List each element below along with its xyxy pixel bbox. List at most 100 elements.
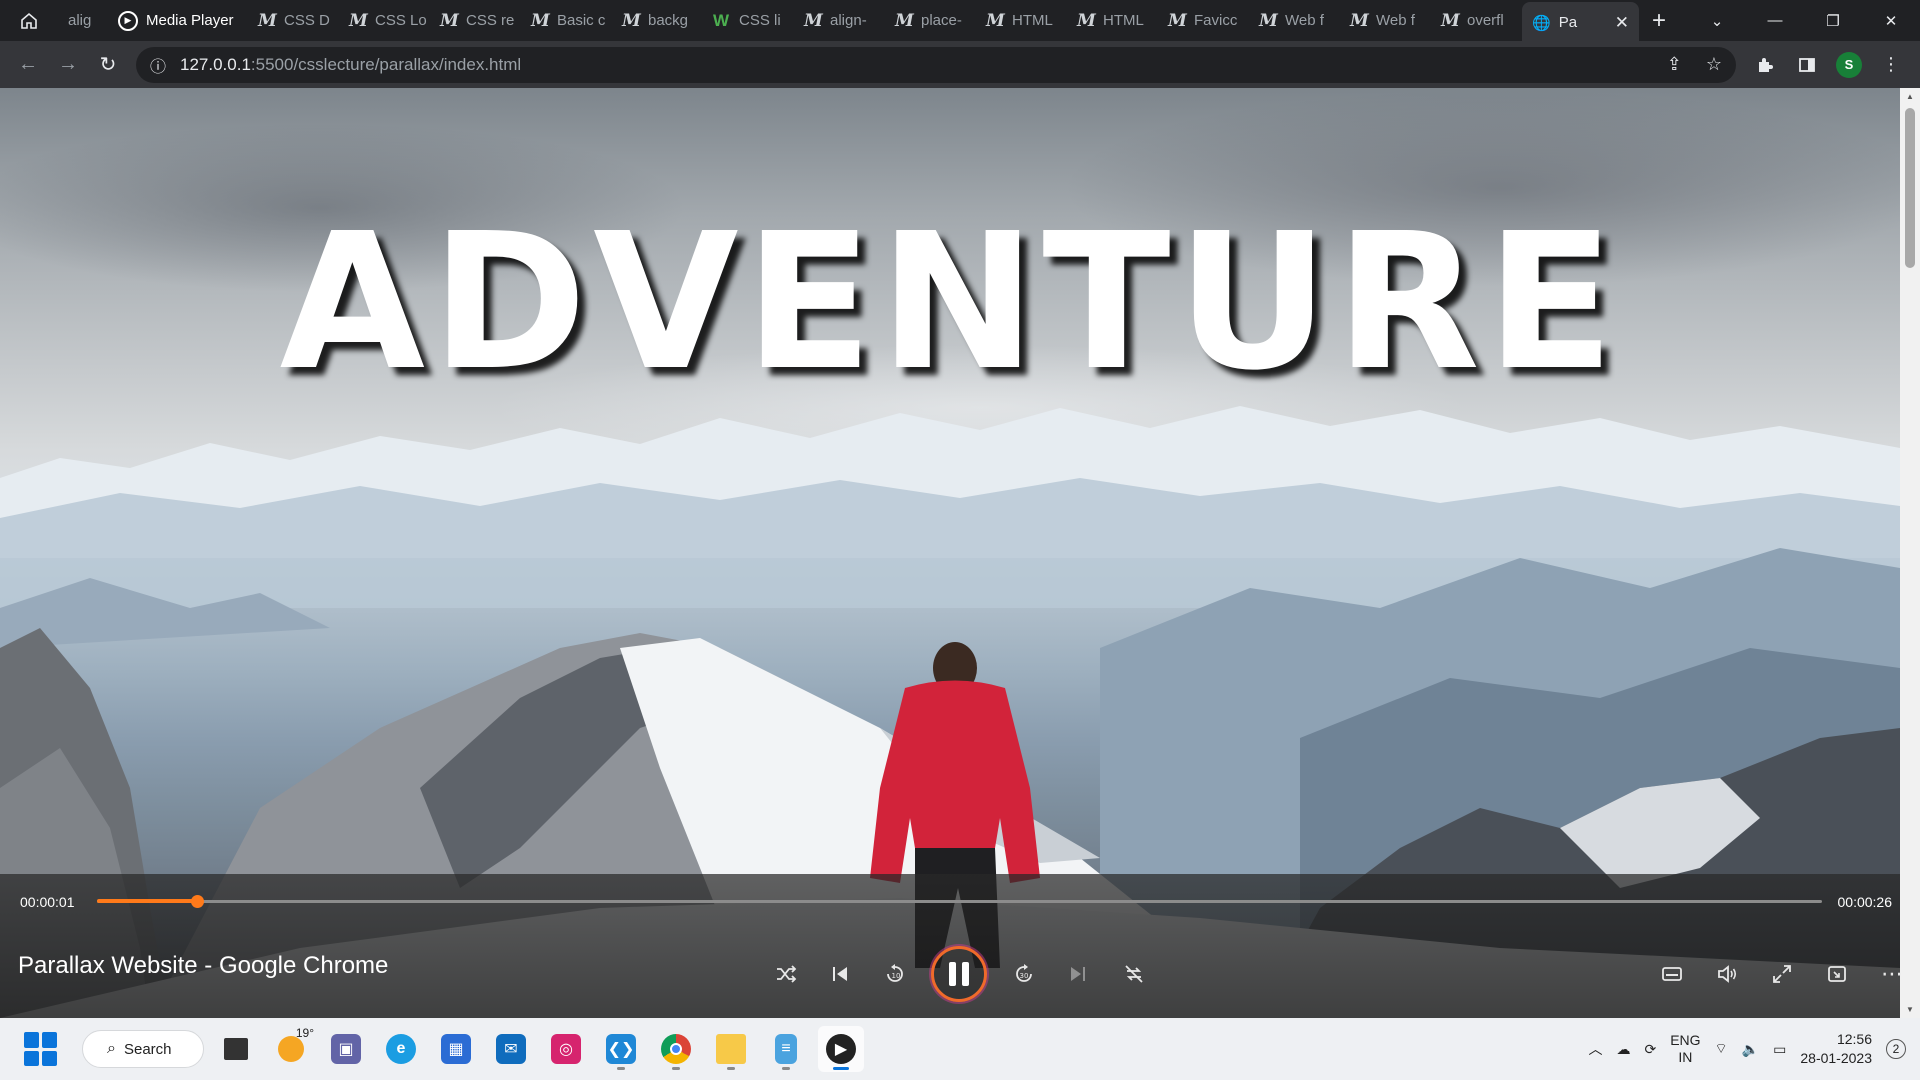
windows-taskbar: ⌕ Search 19° ▣ e ▦ ✉ ◎ ❮❯ ≡ ▶ ︿ ☁ ⟳ ENG … — [0, 1018, 1920, 1080]
taskbar-search[interactable]: ⌕ Search — [82, 1030, 204, 1068]
task-view-icon[interactable] — [213, 1026, 259, 1072]
pause-button[interactable] — [931, 946, 987, 1002]
fullscreen-icon[interactable] — [1764, 956, 1800, 992]
url-host: 127.0.0.1 — [180, 54, 251, 74]
share-icon[interactable]: ⇪ — [1667, 54, 1682, 75]
m-icon: M — [622, 10, 641, 31]
forward-button[interactable]: → — [48, 45, 88, 85]
current-time: 00:00:01 — [20, 894, 75, 910]
clock-date: 28-01-2023 — [1800, 1050, 1872, 1066]
seek-bar[interactable] — [97, 894, 1822, 908]
lang-line2: IN — [1678, 1049, 1693, 1065]
clock-time: 12:56 — [1836, 1031, 1872, 1047]
browser-tab[interactable]: M Favicc — [1158, 0, 1249, 41]
omnibox-actions: ⇪ ☆ — [1667, 54, 1722, 75]
repeat-off-icon[interactable] — [1116, 956, 1152, 992]
wifi-icon[interactable]: ⌔ — [1715, 1040, 1728, 1058]
battery-icon[interactable]: ▭ — [1773, 1041, 1786, 1058]
instagram-icon[interactable]: ◎ — [543, 1026, 589, 1072]
close-tab-icon[interactable]: ✕ — [1615, 13, 1629, 33]
more-options-icon[interactable]: ⋯ — [1874, 956, 1910, 992]
volume-icon[interactable] — [1709, 956, 1745, 992]
browser-tab[interactable]: W CSS li — [703, 0, 794, 41]
system-tray: ︿ ☁ ⟳ ENG IN ⌔ 🔈 ▭ 12:56 28-01-2023 2 — [1588, 1030, 1920, 1068]
media-player-taskbar-icon[interactable]: ▶ — [818, 1026, 864, 1072]
browser-tab[interactable]: M Basic c — [521, 0, 612, 41]
skip-forward-30-icon[interactable]: 30 — [1006, 956, 1042, 992]
browser-tab[interactable]: Mplace- — [885, 0, 976, 41]
browser-toolbar: ← → ↻ ⓘ 127.0.0.1:5500/csslecture/parall… — [0, 41, 1920, 88]
edge-browser-icon[interactable]: e — [378, 1026, 424, 1072]
browser-tab[interactable]: M Web f — [1249, 0, 1340, 41]
scrollbar-thumb[interactable] — [1905, 108, 1915, 268]
vscode-icon[interactable]: ❮❯ — [598, 1026, 644, 1072]
chrome-icon[interactable] — [653, 1026, 699, 1072]
taskbar-clock[interactable]: 12:56 28-01-2023 — [1800, 1030, 1872, 1068]
total-time: 00:00:26 — [1837, 894, 1893, 910]
teams-chat-icon[interactable]: ▣ — [323, 1026, 369, 1072]
tab-label: Basic c — [557, 12, 606, 29]
weather-widget[interactable]: 19° — [268, 1026, 314, 1072]
scroll-up-icon[interactable]: ▲ — [1906, 92, 1914, 101]
site-info-icon[interactable]: ⓘ — [150, 53, 166, 77]
input-language[interactable]: ENG IN — [1670, 1032, 1700, 1066]
notification-badge[interactable]: 2 — [1886, 1039, 1906, 1059]
m-icon: M — [1077, 10, 1096, 31]
speaker-icon[interactable]: 🔈 — [1742, 1041, 1759, 1058]
skip-back-10-icon[interactable]: 10 — [877, 956, 913, 992]
m-icon: M — [804, 10, 823, 31]
tab-label: overfl — [1467, 12, 1504, 29]
sync-icon[interactable]: ⟳ — [1644, 1041, 1656, 1058]
show-hidden-icons-chevron-icon[interactable]: ︿ — [1588, 1039, 1602, 1059]
lang-line1: ENG — [1670, 1032, 1701, 1048]
mail-icon[interactable]: ✉ — [488, 1026, 534, 1072]
back-button[interactable]: ← — [8, 45, 48, 85]
restore-button[interactable]: ❐ — [1804, 0, 1862, 41]
browser-tab[interactable]: Malig — [58, 0, 108, 41]
tab-label: CSS li — [739, 12, 781, 29]
new-tab-button[interactable]: + — [1639, 7, 1679, 35]
profile-button[interactable]: S — [1828, 51, 1870, 78]
browser-tab[interactable]: M CSS D — [248, 0, 339, 41]
tab-label: backg — [648, 12, 689, 29]
onedrive-cloud-icon[interactable]: ☁ — [1616, 1041, 1630, 1058]
extensions-puzzle-icon[interactable] — [1744, 56, 1786, 74]
browser-tab[interactable]: M HTML — [1067, 0, 1158, 41]
tab-search-chevron-icon[interactable]: ⌄ — [1688, 0, 1746, 41]
file-explorer-icon[interactable] — [708, 1026, 754, 1072]
profile-avatar: S — [1836, 51, 1862, 78]
m-icon: M — [531, 10, 550, 31]
browser-menu-icon[interactable]: ⋮ — [1870, 54, 1912, 75]
reload-button[interactable]: ↻ — [88, 45, 128, 85]
start-windows-icon[interactable] — [24, 1032, 58, 1066]
captions-icon[interactable] — [1654, 956, 1690, 992]
shuffle-icon[interactable] — [768, 956, 804, 992]
address-bar[interactable]: ⓘ 127.0.0.1:5500/csslecture/parallax/ind… — [136, 46, 1736, 83]
seek-handle[interactable] — [191, 895, 205, 908]
page-scrollbar[interactable]: ▲ ▼ — [1900, 88, 1920, 1018]
notepad-icon[interactable]: ≡ — [763, 1026, 809, 1072]
close-window-button[interactable]: ✕ — [1862, 0, 1920, 41]
browser-tab[interactable]: M CSS re — [430, 0, 521, 41]
bookmark-star-icon[interactable]: ☆ — [1706, 54, 1722, 75]
globe-icon: 🌐 — [1532, 14, 1551, 32]
browser-tab[interactable]: Moverfl — [1431, 0, 1522, 41]
m-icon: M — [349, 10, 368, 31]
microsoft-store-icon[interactable]: ▦ — [433, 1026, 479, 1072]
browser-tab[interactable]: Mbackg — [612, 0, 703, 41]
browser-tab[interactable]: Malign- — [794, 0, 885, 41]
browser-tab[interactable]: M CSS Lo — [339, 0, 430, 41]
tab-active[interactable]: 🌐 Pa ✕ — [1522, 2, 1639, 43]
browser-tab[interactable]: M HTML — [976, 0, 1067, 41]
minimize-button[interactable]: — — [1746, 0, 1804, 41]
media-player-tab-label: Media Player — [146, 12, 234, 29]
media-player-tab[interactable]: ▶ Media Player — [108, 0, 248, 41]
mini-player-icon[interactable] — [1819, 956, 1855, 992]
side-panel-icon[interactable] — [1786, 56, 1828, 74]
browser-tab[interactable]: M Web f — [1340, 0, 1431, 41]
tab-label: alig — [68, 12, 92, 29]
next-icon[interactable] — [1060, 956, 1096, 992]
home-icon[interactable] — [0, 0, 58, 41]
previous-icon[interactable] — [822, 956, 858, 992]
scroll-down-icon[interactable]: ▼ — [1906, 1005, 1914, 1014]
